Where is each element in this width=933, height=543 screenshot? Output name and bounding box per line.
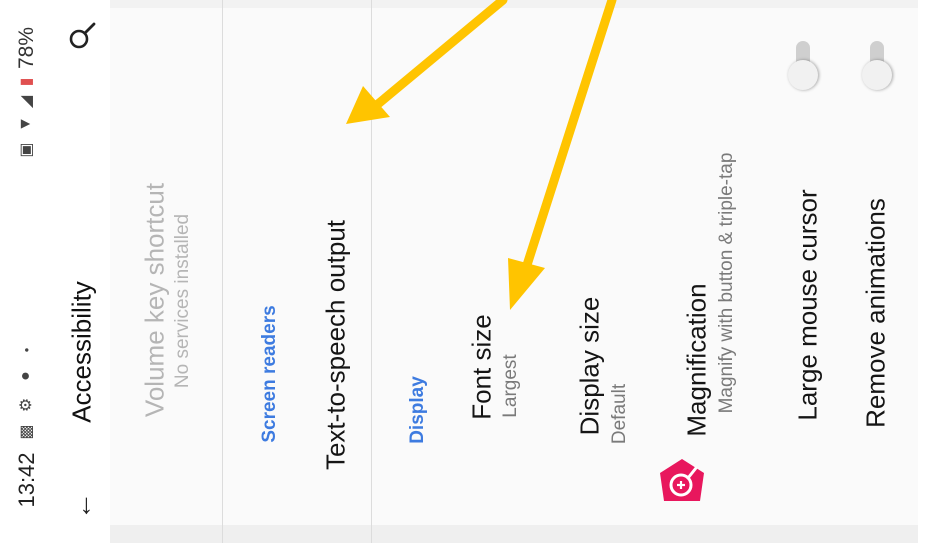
wifi-icon: ▼ <box>17 116 34 132</box>
app-bar <box>55 0 110 543</box>
toggle-thumb <box>788 60 818 90</box>
page-title: Accessibility <box>66 281 97 423</box>
battery-percent: 78% <box>15 26 38 70</box>
settings-gear-icon: ⚙ <box>18 397 35 413</box>
section-header-screen-readers: Screen readers <box>259 305 280 443</box>
nfc-icon: ▣ <box>18 142 35 158</box>
magnification-icon <box>660 459 704 501</box>
section-divider <box>222 0 223 543</box>
display-size-title: Display size <box>574 296 605 436</box>
volume-shortcut-title: Volume key shortcut <box>139 182 170 418</box>
arrow-back-icon[interactable]: ← <box>66 492 98 520</box>
search-icon[interactable] <box>67 21 97 51</box>
screen-edge <box>918 0 933 543</box>
status-bar: 13:42 ▩ ⚙ ● ● ▣ ▼ ◢ ▮ 78% <box>0 0 55 543</box>
cloud-icon: ● <box>17 371 34 381</box>
magnification-title: Magnification <box>681 283 712 437</box>
display-size-subtitle: Default <box>609 383 630 445</box>
battery-icon: ▮ <box>18 77 35 87</box>
remove-animations-toggle[interactable] <box>861 31 893 90</box>
volume-shortcut-subtitle: No services installed <box>172 213 193 389</box>
remove-animations-title: Remove animations <box>860 198 891 428</box>
notification-icon: ▩ <box>18 424 35 440</box>
section-header-display: Display <box>407 376 428 444</box>
dot-icon: ● <box>21 347 31 353</box>
list-top-edge <box>110 0 918 8</box>
magnification-subtitle: Magnify with button & triple-tap <box>716 152 737 414</box>
font-size-title: Font size <box>466 314 497 420</box>
section-divider <box>371 0 372 543</box>
signal-icon: ◢ <box>18 95 35 109</box>
status-time: 13:42 <box>14 452 39 508</box>
large-cursor-toggle[interactable] <box>787 31 819 90</box>
font-size-subtitle: Largest <box>500 354 521 418</box>
toggle-thumb <box>862 60 892 90</box>
list-bottom-edge <box>110 525 918 543</box>
large-cursor-title: Large mouse cursor <box>792 189 823 421</box>
tts-title: Text-to-speech output <box>320 219 351 471</box>
